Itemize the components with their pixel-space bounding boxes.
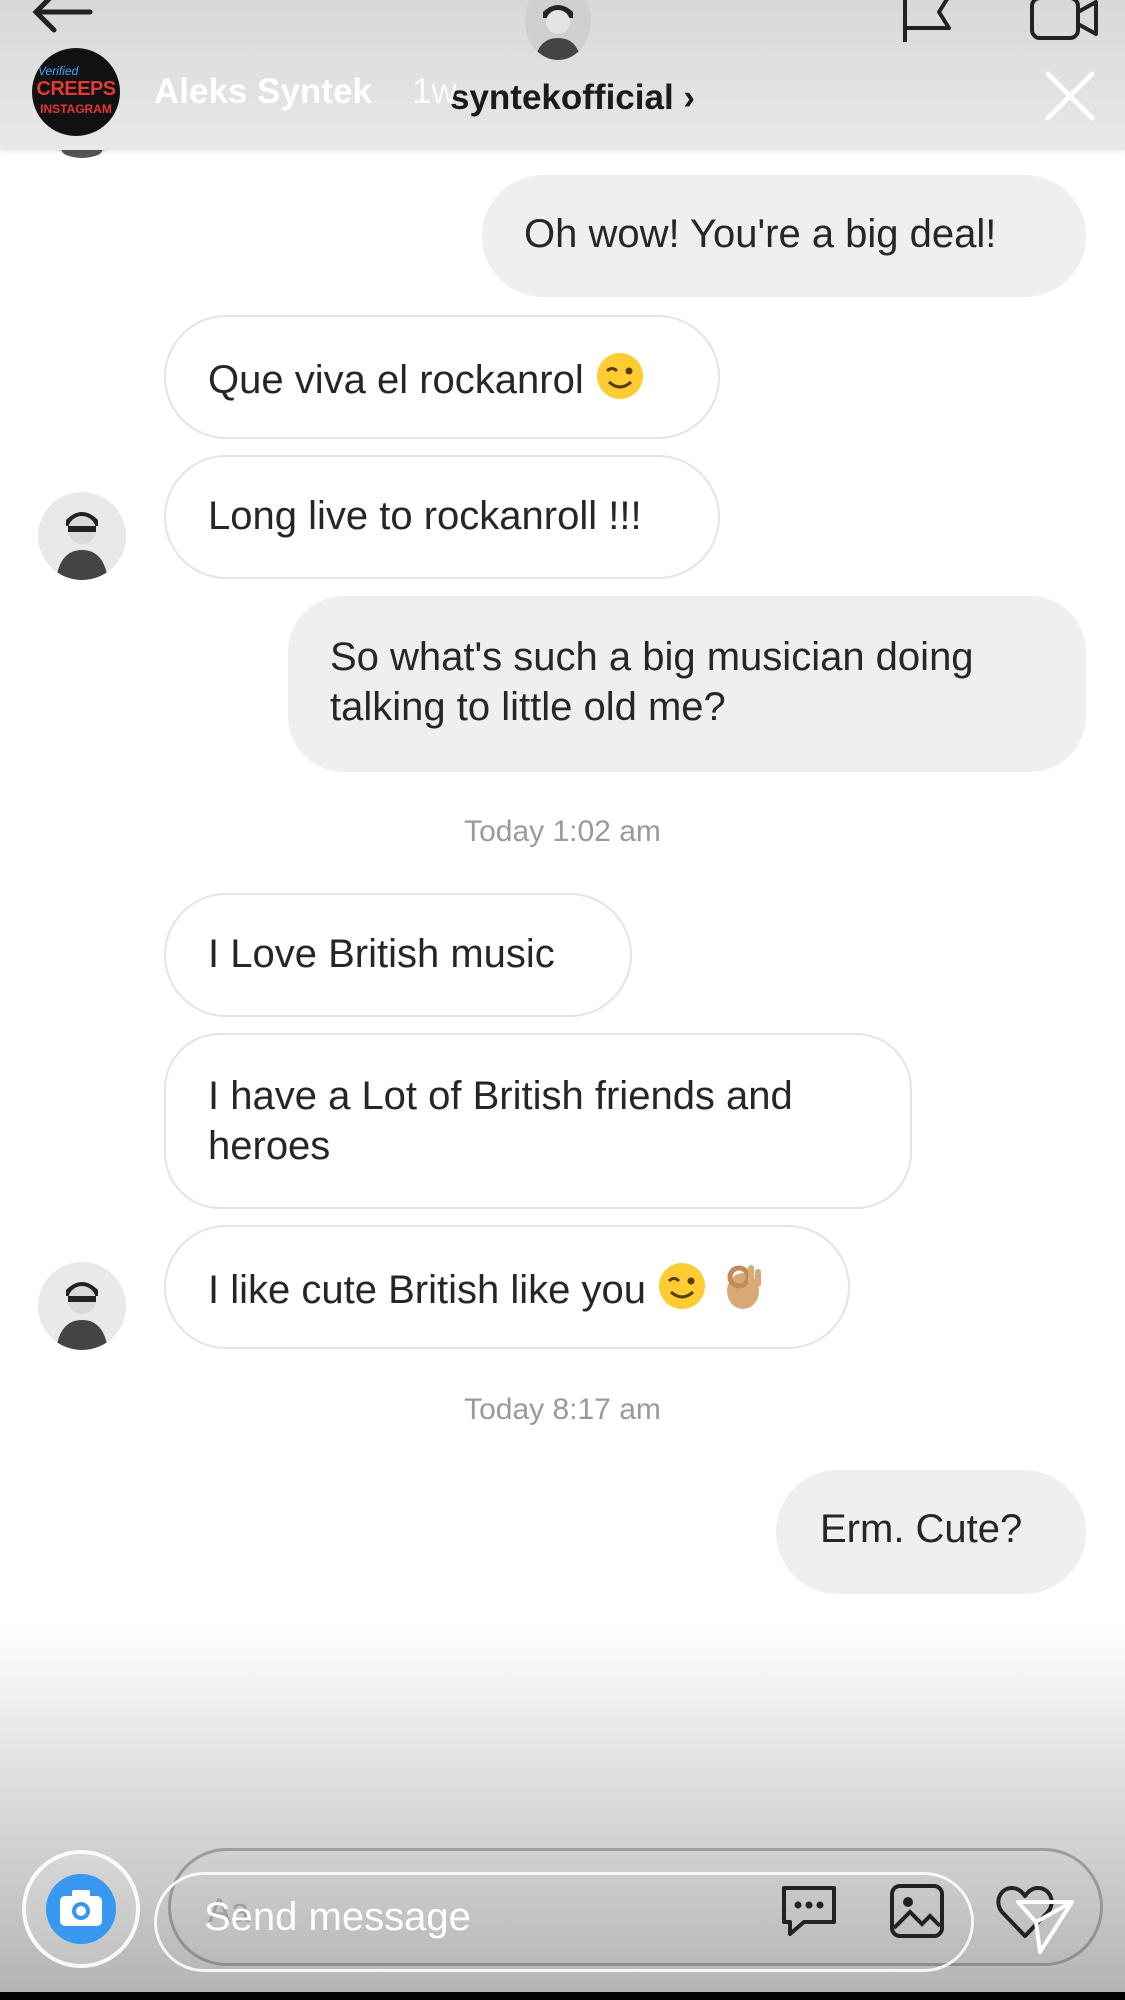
message-bubble-incoming[interactable]: I have a Lot of British friends and hero… — [164, 1033, 912, 1209]
avatar-text-creeps: CREEPS — [36, 78, 116, 100]
story-time-ago: 1w — [412, 72, 457, 111]
message-text-line: So what's such a big musician doing — [330, 635, 974, 679]
message-text: Que viva el rockanrol — [208, 358, 584, 402]
message-text: Oh wow! You're a big deal! — [524, 212, 997, 256]
message-text: I Love British music — [208, 932, 555, 976]
ok-hand-emoji-icon — [727, 1265, 762, 1309]
message-bubble-outgoing[interactable]: So what's such a big musician doing talk… — [288, 596, 1086, 772]
sender-avatar — [38, 1262, 126, 1350]
avatar-text-instagram: INSTAGRAM — [40, 102, 112, 116]
timestamp: Today 8:17 am — [464, 1393, 661, 1426]
gallery-icon[interactable] — [884, 1878, 950, 1944]
close-icon[interactable] — [1044, 70, 1096, 122]
message-bubble-incoming[interactable]: I like cute British like you — [164, 1225, 850, 1349]
dm-username-link[interactable]: syntekofficial › — [450, 78, 695, 118]
arrow-left-icon[interactable] — [28, 0, 98, 38]
flag-icon[interactable] — [897, 0, 957, 46]
message-text: Erm. Cute? — [820, 1507, 1023, 1551]
message-text-line: heroes — [208, 1124, 331, 1168]
dm-header-avatar[interactable] — [525, 0, 591, 60]
message-bubble-incoming[interactable]: Long live to rockanroll !!! — [164, 455, 720, 579]
message-bubble-incoming[interactable]: I Love British music — [164, 893, 632, 1017]
wink-emoji-icon — [596, 353, 643, 399]
message-bubble-outgoing[interactable]: Oh wow! You're a big deal! — [482, 175, 1086, 297]
message-text-line: I have a Lot of British friends and — [208, 1074, 793, 1118]
wink-emoji-icon — [659, 1263, 706, 1309]
timestamp: Today 1:02 am — [464, 815, 661, 848]
screen-bottom-edge — [0, 1992, 1125, 2000]
message-text: Long live to rockanroll !!! — [208, 494, 642, 538]
message-text-line: talking to little old me? — [330, 685, 726, 729]
camera-icon — [46, 1874, 116, 1944]
message-bubble-incoming[interactable]: Que viva el rockanrol — [164, 315, 720, 439]
avatar-text-verified: Verified — [38, 64, 79, 78]
story-username[interactable]: Aleks Syntek — [154, 72, 372, 112]
camera-button[interactable] — [22, 1850, 140, 1968]
message-text: I like cute British like you — [208, 1268, 646, 1312]
send-message-placeholder: Send message — [204, 1895, 471, 1939]
send-icon[interactable] — [1012, 1892, 1078, 1958]
instagram-story-screen: Oh wow! You're a big deal! Que viva el r… — [0, 0, 1125, 2000]
story-avatar[interactable]: Verified CREEPS INSTAGRAM — [32, 48, 120, 136]
sender-avatar — [38, 492, 126, 580]
message-bubble-icon[interactable] — [776, 1878, 842, 1944]
video-call-icon[interactable] — [1028, 0, 1100, 46]
message-bubble-outgoing[interactable]: Erm. Cute? — [776, 1470, 1086, 1594]
